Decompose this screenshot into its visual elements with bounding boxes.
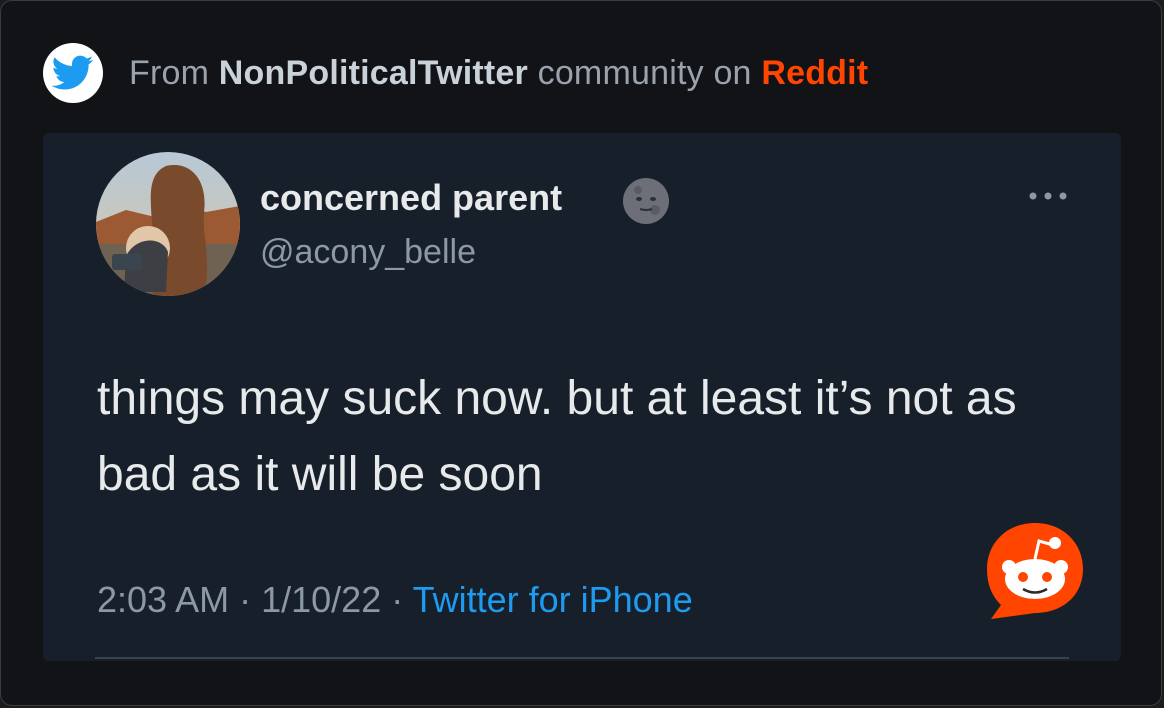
- tweet-time: 2:03 AM: [97, 579, 230, 620]
- more-options-icon[interactable]: [1027, 189, 1069, 203]
- embed-card: From NonPoliticalTwitter community on Re…: [0, 0, 1162, 706]
- tweet-client-link[interactable]: Twitter for iPhone: [413, 579, 693, 620]
- source-middle: community on: [537, 53, 752, 92]
- new-moon-face-icon: [621, 176, 671, 226]
- divider: [95, 657, 1069, 659]
- tweet-screenshot: concerned parent @acony_belle things may…: [43, 133, 1121, 661]
- source-attribution: From NonPoliticalTwitter community on Re…: [43, 41, 868, 105]
- meta-separator: ·: [391, 579, 413, 620]
- reddit-snoo-icon: [983, 521, 1087, 621]
- meta-separator: ·: [239, 579, 262, 620]
- source-label: From NonPoliticalTwitter community on Re…: [129, 54, 868, 93]
- display-name[interactable]: concerned parent: [260, 177, 562, 219]
- avatar[interactable]: [96, 152, 240, 296]
- twitter-bird-icon: [43, 43, 103, 103]
- source-prefix: From: [129, 53, 210, 92]
- reddit-link[interactable]: Reddit: [761, 54, 868, 92]
- tweet-text: things may suck now. but at least it’s n…: [97, 372, 1017, 501]
- user-handle[interactable]: @acony_belle: [260, 233, 476, 272]
- community-link[interactable]: NonPoliticalTwitter: [219, 54, 528, 92]
- tweet-date: 1/10/22: [261, 579, 382, 620]
- tweet-metadata: 2:03 AM · 1/10/22 · Twitter for iPhone: [97, 579, 693, 621]
